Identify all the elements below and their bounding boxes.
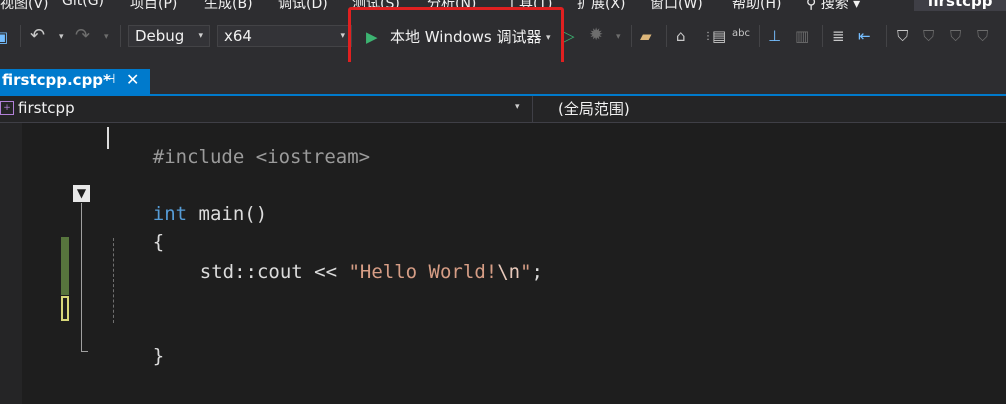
start-without-debugging-icon[interactable]: ▷ — [563, 27, 575, 45]
start-debugging-button[interactable]: ▶ 本地 Windows 调试器 ▾ — [362, 24, 558, 50]
member-scope-select[interactable]: (全局范围) — [558, 98, 630, 119]
menu-project[interactable]: 项目(P) — [130, 0, 177, 12]
menu-extensions[interactable]: 扩展(X) — [577, 0, 626, 12]
menu-view[interactable]: 视图(V) — [0, 0, 49, 12]
menu-build[interactable]: 生成(B) — [204, 0, 253, 12]
function-signature: main() — [187, 203, 268, 225]
navbar-divider — [532, 96, 533, 122]
code-editor[interactable]: ▼ #include <iostream> int main() { std::… — [0, 123, 1006, 404]
play-icon: ▶ — [366, 28, 378, 46]
comment-icon[interactable]: ▤ — [712, 27, 726, 45]
toolbar-separator — [631, 25, 632, 47]
redo-icon[interactable]: ↷ — [75, 27, 90, 45]
search-icon: ⚲ — [806, 0, 821, 12]
saved-change-marker — [61, 237, 69, 295]
collapse-icon[interactable]: ▼ — [73, 185, 90, 202]
search-box[interactable]: ⚲ 搜索 ▾ — [806, 0, 860, 12]
menu-test[interactable]: 测试(S) — [352, 0, 400, 12]
fold-guide — [81, 203, 82, 351]
browser-link-icon[interactable]: ⌂ — [676, 27, 686, 45]
string-literal-end: " — [520, 261, 532, 283]
prev-bookmark-icon[interactable]: ⛉ — [923, 27, 934, 45]
toolbar-separator — [666, 25, 667, 47]
search-label: 搜索 — [820, 0, 849, 12]
redo-dropdown-icon[interactable]: ▾ — [104, 28, 109, 46]
escape-sequence: \n — [497, 261, 521, 283]
spell-check-icon[interactable]: abc — [732, 25, 750, 43]
include-directive: #include <iostream> — [152, 146, 371, 168]
code-line-close-brace: } — [107, 323, 164, 389]
undo-icon[interactable]: ↶ — [30, 27, 45, 45]
menu-tools[interactable]: 工具(T) — [505, 0, 552, 12]
platform-select[interactable]: x64 ▾ — [217, 25, 352, 47]
chevron-down-icon: ▾ — [198, 31, 203, 41]
chevron-down-icon: ▾ — [340, 31, 345, 41]
menu-window[interactable]: 窗口(W) — [650, 0, 703, 12]
toolbar-separator — [120, 25, 121, 47]
clear-bookmarks-icon[interactable]: ⛉ — [977, 27, 988, 45]
configuration-select[interactable]: Debug ▾ — [128, 25, 210, 47]
save-icon[interactable]: ▣ — [0, 28, 8, 46]
menu-git[interactable]: Git(G) — [62, 0, 104, 9]
run-label: 本地 Windows 调试器 — [390, 28, 542, 46]
toolbar: ▣ ↶ ▾ ↷ ▾ Debug ▾ x64 ▾ ▶ 本地 Windows 调试器… — [0, 12, 1006, 62]
menu-debug[interactable]: 调试(D) — [278, 0, 328, 12]
toolbar-separator — [822, 25, 823, 47]
platform-value: x64 — [224, 27, 252, 45]
tab-label: firstcpp.cpp* — [2, 71, 111, 89]
bookmark-icon[interactable]: ⛉ — [897, 27, 908, 45]
close-brace: } — [152, 345, 165, 367]
string-literal-start: "Hello World! — [348, 261, 498, 283]
fold-guide-end — [81, 351, 88, 352]
chevron-down-icon: ▾ — [515, 102, 520, 112]
next-bookmark-icon[interactable]: ⛉ — [950, 27, 961, 45]
close-icon[interactable]: ✕ — [126, 70, 139, 89]
glyph-margin — [0, 123, 22, 404]
cout-expression: std::cout << — [199, 261, 349, 283]
menu-help[interactable]: 帮助(H) — [732, 0, 781, 12]
step-icon[interactable]: ⊥ — [768, 27, 781, 45]
chevron-down-icon: ▾ — [546, 33, 551, 43]
pin-icon[interactable]: ⊣ — [104, 72, 115, 87]
project-scope-select[interactable]: + firstcpp ▾ — [0, 98, 530, 120]
cpp-project-icon: + — [0, 101, 14, 115]
unsaved-change-marker — [61, 296, 69, 321]
outdent-icon[interactable]: ⇤ — [858, 27, 871, 45]
toolbar-separator — [759, 25, 760, 47]
toolbar-separator — [20, 25, 21, 47]
menu-analyze[interactable]: 分析(N) — [427, 0, 476, 12]
semicolon: ; — [531, 261, 543, 283]
menu-bar: 视图(V) Git(G) 项目(P) 生成(B) 调试(D) 测试(S) 分析(… — [0, 0, 1006, 12]
configuration-value: Debug — [135, 27, 185, 45]
project-scope-value: firstcpp — [18, 99, 75, 117]
tab-strip: firstcpp.cpp* ⊣ ✕ — [0, 62, 1006, 96]
navigation-bar: + firstcpp ▾ (全局范围) — [0, 96, 1006, 123]
hot-reload-dropdown-icon[interactable]: ▾ — [616, 28, 621, 46]
code-line-cout: std::cout << "Hello World!\n"; — [154, 239, 543, 305]
open-folder-icon[interactable]: ▰ — [640, 27, 652, 45]
hot-reload-icon[interactable]: ✹ — [589, 26, 603, 44]
undo-dropdown-icon[interactable]: ▾ — [59, 28, 64, 46]
tab-firstcpp[interactable]: firstcpp.cpp* ⊣ ✕ — [0, 69, 150, 94]
project-title: firstcpp — [914, 0, 1006, 11]
toolbar-separator — [886, 25, 887, 47]
indent-icon[interactable]: ≣ — [832, 27, 845, 45]
clear-icon[interactable]: ▥ — [795, 27, 809, 45]
